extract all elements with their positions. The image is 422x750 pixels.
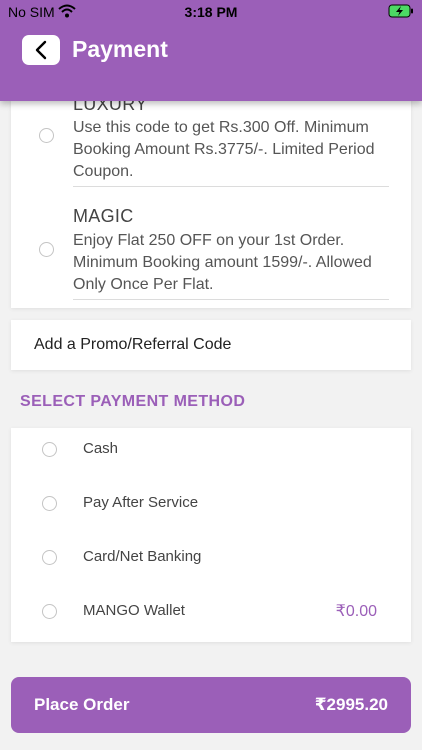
- payment-radio[interactable]: [42, 496, 57, 511]
- promo-label: Add a Promo/Referral Code: [34, 336, 232, 353]
- coupon-code: MAGIC: [73, 206, 134, 226]
- payment-method-list: Cash Pay After Service Card/Net Banking …: [11, 428, 411, 642]
- payment-label: Cash: [83, 440, 119, 457]
- payment-radio[interactable]: [42, 604, 57, 619]
- app-header: No SIM 3:18 PM Payment: [0, 0, 422, 101]
- place-order-button[interactable]: Place Order ₹2995.20: [11, 677, 411, 733]
- payment-section-title: SELECT PAYMENT METHOD: [20, 393, 246, 410]
- divider: [73, 299, 389, 300]
- coupon-list: LUXURY Use this code to get Rs.300 Off. …: [11, 96, 411, 308]
- payment-option-cash[interactable]: Cash: [11, 429, 411, 469]
- payment-radio[interactable]: [42, 550, 57, 565]
- wallet-balance: ₹0.00: [335, 603, 377, 620]
- coupon-radio[interactable]: [39, 128, 54, 143]
- coupon-description: Use this code to get Rs.300 Off. Minimum…: [73, 119, 375, 180]
- coupon-item-magic[interactable]: MAGIC Enjoy Flat 250 OFF on your 1st Ord…: [11, 196, 411, 308]
- payment-radio[interactable]: [42, 442, 57, 457]
- divider: [73, 186, 389, 187]
- payment-label: Pay After Service: [83, 494, 199, 511]
- coupon-item-luxury[interactable]: LUXURY Use this code to get Rs.300 Off. …: [11, 96, 411, 196]
- chevron-left-icon: [35, 40, 47, 60]
- payment-label: Card/Net Banking: [83, 548, 202, 565]
- page-title: Payment: [72, 36, 168, 62]
- add-promo-code-button[interactable]: Add a Promo/Referral Code: [11, 320, 411, 370]
- payment-option-pay-after-service[interactable]: Pay After Service: [11, 483, 411, 523]
- payment-option-card-net-banking[interactable]: Card/Net Banking: [11, 537, 411, 577]
- payment-label: MANGO Wallet: [83, 602, 185, 619]
- place-order-label: Place Order: [34, 695, 130, 714]
- payment-option-mango-wallet[interactable]: MANGO Wallet ₹0.00: [11, 591, 411, 631]
- back-button[interactable]: [22, 35, 60, 65]
- status-time: 3:18 PM: [184, 4, 238, 20]
- order-total: ₹2995.20: [314, 695, 388, 714]
- battery-charging-icon: [388, 4, 414, 21]
- status-bar: No SIM 3:18 PM: [0, 0, 422, 24]
- coupon-radio[interactable]: [39, 242, 54, 257]
- coupon-description: Enjoy Flat 250 OFF on your 1st Order. Mi…: [73, 232, 372, 293]
